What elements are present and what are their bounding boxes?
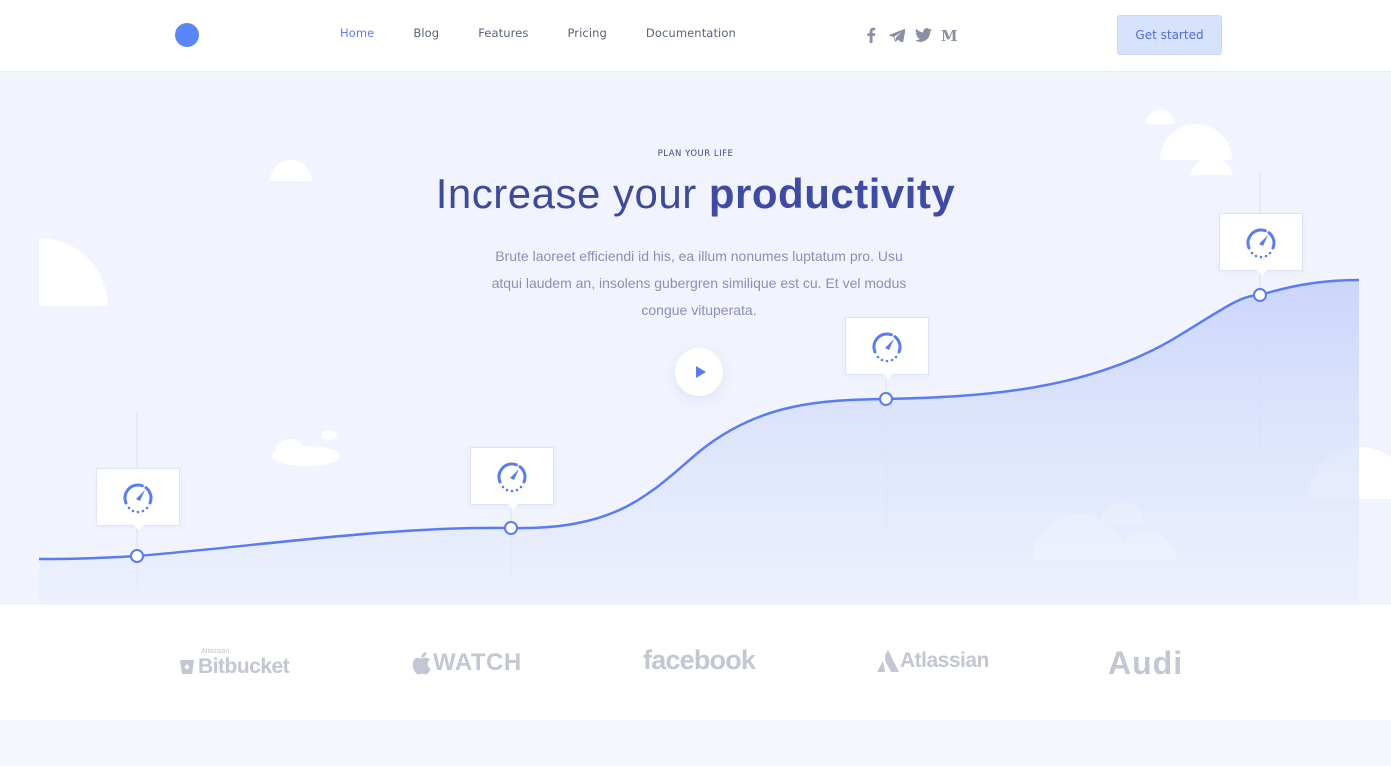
bitbucket-logo-small: Atlassian [201,648,230,655]
brand-logo[interactable] [175,23,199,47]
facebook-icon[interactable] [862,26,880,44]
speedometer-icon [872,332,902,363]
bitbucket-logo-text: Bitbucket [198,655,290,678]
bitbucket-icon [180,660,194,674]
speedometer-card [1219,213,1303,276]
main-nav: Home Blog Features Pricing Documentation [340,26,775,40]
hero-title-bold: productivity [708,170,956,217]
play-icon [695,366,706,378]
watch-logo-text: WATCH [433,649,522,676]
nav-documentation[interactable]: Documentation [646,26,736,40]
apple-icon [412,652,431,675]
hero-section: PLAN YOUR LIFE Increase your productivit… [0,73,1391,604]
partner-logos: Atlassian Bitbucket WATCH facebook Atlas… [0,605,1391,720]
audi-logo: Audi [1108,645,1184,681]
speedometer-card [470,447,554,510]
hero-title: Increase your productivity [0,170,1391,218]
atlassian-logo: Atlassian [876,649,989,673]
social-links: M [862,26,966,44]
medium-icon[interactable]: M [940,26,958,44]
nav-features[interactable]: Features [478,26,528,40]
speedometer-card [96,468,180,531]
speedometer-card [845,317,929,380]
get-started-button[interactable]: Get started [1117,15,1222,55]
atlassian-logo-text: Atlassian [900,649,989,672]
hero-description: Brute laoreet efficiendi id his, ea illu… [491,248,907,318]
hero-eyebrow: PLAN YOUR LIFE [657,149,734,159]
apple-watch-logo: WATCH [411,649,522,677]
nav-blog[interactable]: Blog [413,26,439,40]
facebook-logo: facebook [643,645,756,675]
twitter-icon[interactable] [914,26,932,44]
hero-title-plain: Increase your [435,170,709,217]
play-video-button[interactable] [675,348,723,396]
curve-area [39,280,1359,604]
nav-home[interactable]: Home [340,26,374,40]
speedometer-icon [1246,228,1276,259]
speedometer-icon [497,462,527,493]
bitbucket-logo: Atlassian Bitbucket [179,648,290,679]
nav-pricing[interactable]: Pricing [567,26,606,40]
speedometer-icon [123,483,153,514]
svg-text:M: M [941,28,958,42]
telegram-icon[interactable] [888,26,906,44]
page-bottom-band [0,720,1391,766]
atlassian-icon [877,650,899,672]
site-header: Home Blog Features Pricing Documentation… [0,0,1391,72]
